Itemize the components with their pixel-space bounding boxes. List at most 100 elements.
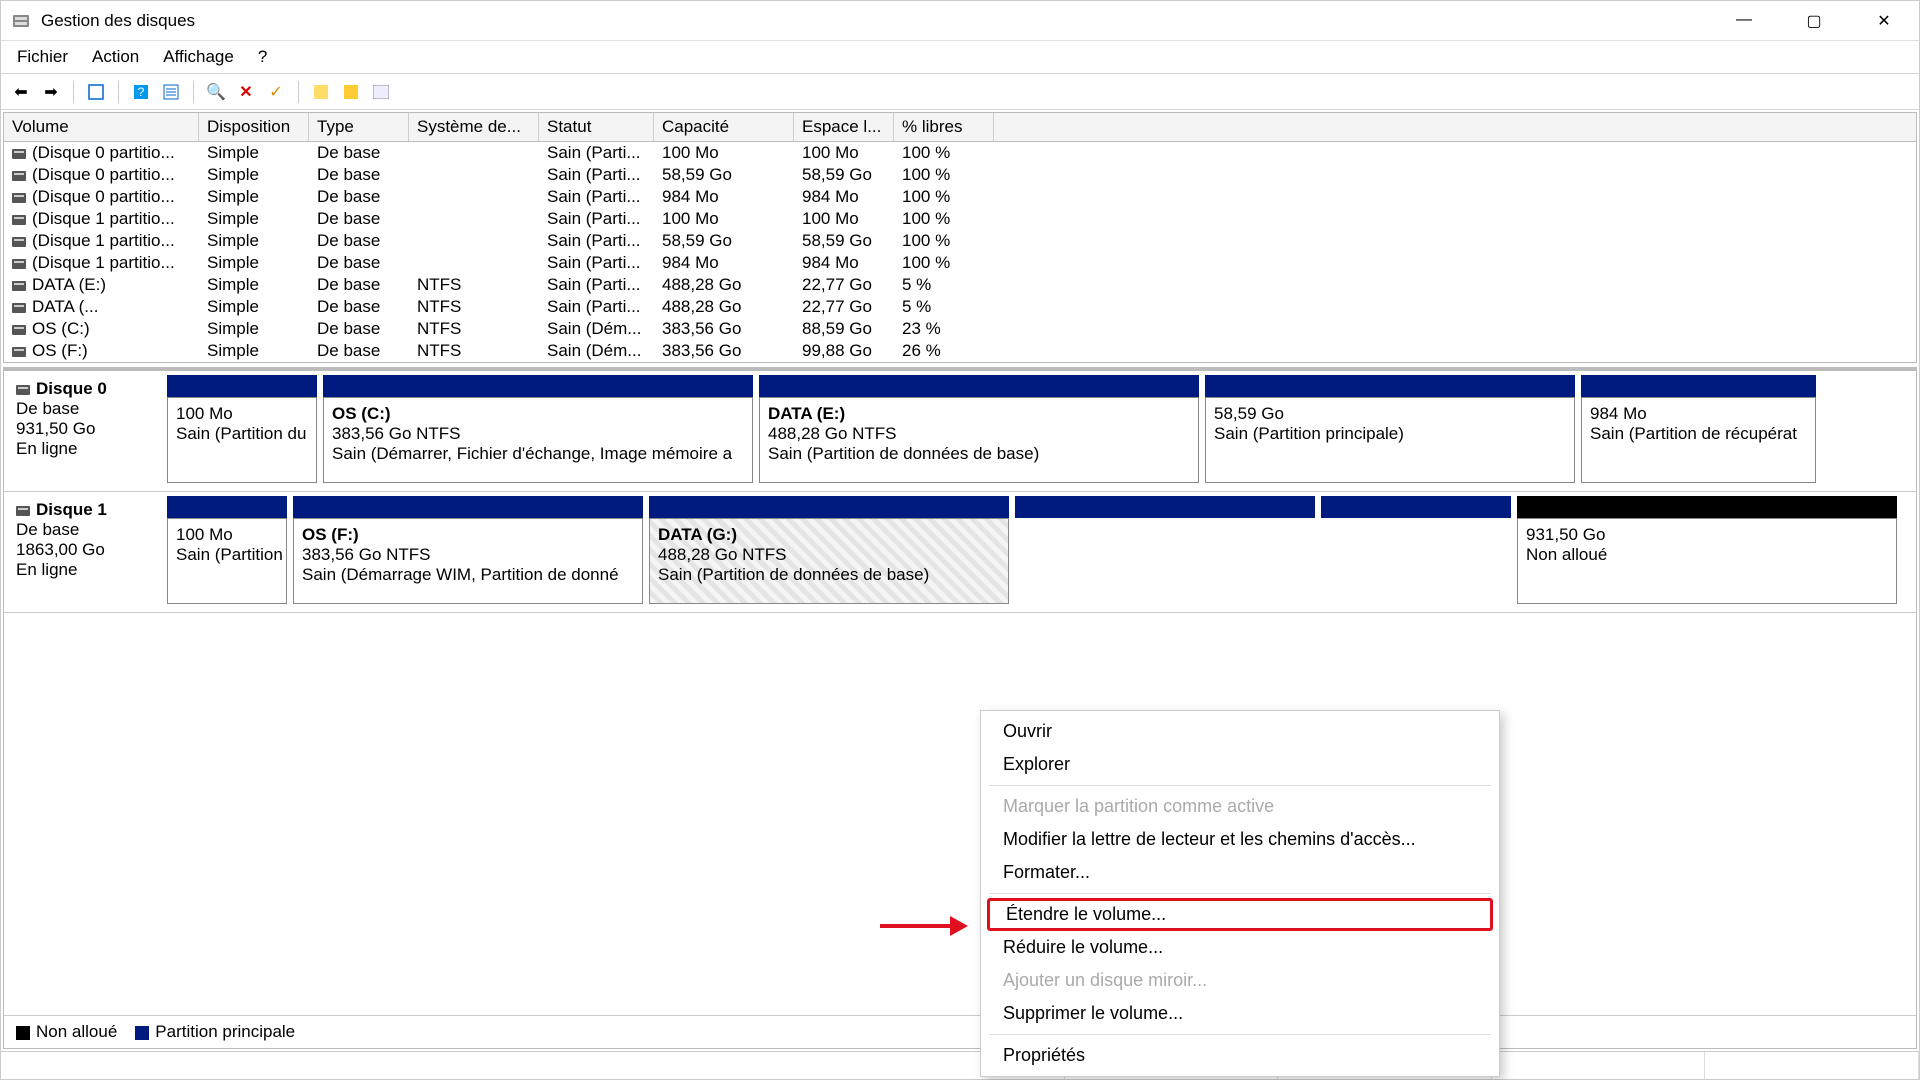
ctx-extend-volume-highlighted[interactable]: Étendre le volume...: [987, 898, 1493, 931]
disk-size: 931,50 Go: [16, 419, 163, 439]
table-row[interactable]: (Disque 0 partitio...SimpleDe baseSain (…: [4, 142, 1916, 164]
action1-icon[interactable]: [309, 80, 333, 104]
disk-partitions: 100 MoSain (PartitionOS (F:)383,56 Go NT…: [167, 496, 1908, 604]
delete-icon[interactable]: ✕: [234, 80, 258, 104]
table-body: (Disque 0 partitio...SimpleDe baseSain (…: [4, 142, 1916, 362]
disk-type: De base: [16, 520, 163, 540]
disk-state: En ligne: [16, 560, 163, 580]
minimize-button[interactable]: —: [1729, 11, 1759, 31]
table-row[interactable]: (Disque 1 partitio...SimpleDe baseSain (…: [4, 252, 1916, 274]
legend-primary: Partition principale: [135, 1022, 295, 1042]
check-icon[interactable]: ✓: [264, 80, 288, 104]
separator: [118, 81, 119, 103]
table-row[interactable]: OS (F:)SimpleDe baseNTFSSain (Dém...383,…: [4, 340, 1916, 362]
col-pctfree[interactable]: % libres: [894, 113, 994, 141]
disk-state: En ligne: [16, 439, 163, 459]
disk-row-0: Disque 0 De base 931,50 Go En ligne 100 …: [4, 371, 1916, 492]
legend: Non alloué Partition principale: [4, 1015, 1916, 1048]
disk-icon: [16, 385, 30, 395]
ctx-shrink[interactable]: Réduire le volume...: [981, 931, 1499, 964]
ctx-sep: [989, 1034, 1491, 1035]
ctx-mark-active: Marquer la partition comme active: [981, 790, 1499, 823]
status-bar: [1, 1051, 1919, 1079]
col-filesystem[interactable]: Système de...: [409, 113, 539, 141]
partition[interactable]: DATA (G:)488,28 Go NTFSSain (Partition d…: [649, 496, 1009, 604]
disk-name: Disque 0: [36, 379, 107, 398]
help-icon[interactable]: ?: [129, 80, 153, 104]
table-row[interactable]: (Disque 0 partitio...SimpleDe baseSain (…: [4, 186, 1916, 208]
annotation-arrow: [880, 916, 968, 936]
partition[interactable]: 58,59 GoSain (Partition principale): [1205, 375, 1575, 483]
partition[interactable]: DATA (E:)488,28 Go NTFSSain (Partition d…: [759, 375, 1199, 483]
disk-name: Disque 1: [36, 500, 107, 519]
col-freespace[interactable]: Espace l...: [794, 113, 894, 141]
close-button[interactable]: ✕: [1869, 11, 1899, 31]
separator: [73, 81, 74, 103]
legend-unalloc-label: Non alloué: [36, 1022, 117, 1041]
properties-icon[interactable]: [369, 80, 393, 104]
ctx-format[interactable]: Formater...: [981, 856, 1499, 889]
app-icon: [11, 11, 31, 31]
partition[interactable]: [1321, 496, 1511, 604]
partition[interactable]: 984 MoSain (Partition de récupérat: [1581, 375, 1816, 483]
disk-info[interactable]: Disque 1 De base 1863,00 Go En ligne: [12, 496, 167, 604]
disk-type: De base: [16, 399, 163, 419]
table-row[interactable]: OS (C:)SimpleDe baseNTFSSain (Dém...383,…: [4, 318, 1916, 340]
volumes-table: Volume Disposition Type Système de... St…: [3, 112, 1917, 363]
menu-file[interactable]: Fichier: [17, 47, 68, 67]
col-disposition[interactable]: Disposition: [199, 113, 309, 141]
legend-swatch-blue: [135, 1026, 149, 1040]
ctx-extend-label: Étendre le volume...: [1006, 904, 1166, 924]
table-row[interactable]: (Disque 0 partitio...SimpleDe baseSain (…: [4, 164, 1916, 186]
separator: [298, 81, 299, 103]
partition[interactable]: [1015, 496, 1315, 604]
partition[interactable]: OS (C:)383,56 Go NTFSSain (Démarrer, Fic…: [323, 375, 753, 483]
window-controls: — ▢ ✕: [1729, 11, 1899, 31]
menubar: Fichier Action Affichage ?: [1, 41, 1919, 74]
ctx-properties[interactable]: Propriétés: [981, 1039, 1499, 1072]
forward-icon[interactable]: ➡: [39, 80, 63, 104]
view-icon[interactable]: [84, 80, 108, 104]
svg-text:?: ?: [138, 85, 145, 99]
back-icon[interactable]: ⬅: [9, 80, 33, 104]
disk-row-1: Disque 1 De base 1863,00 Go En ligne 100…: [4, 492, 1916, 613]
maximize-button[interactable]: ▢: [1799, 11, 1829, 31]
disk-icon: [16, 506, 30, 516]
separator: [193, 81, 194, 103]
partition[interactable]: 931,50 GoNon alloué: [1517, 496, 1897, 604]
legend-primary-label: Partition principale: [155, 1022, 295, 1041]
ctx-explore[interactable]: Explorer: [981, 748, 1499, 781]
context-menu: Ouvrir Explorer Marquer la partition com…: [980, 710, 1500, 1077]
list-icon[interactable]: [159, 80, 183, 104]
ctx-delete[interactable]: Supprimer le volume...: [981, 997, 1499, 1030]
col-capacity[interactable]: Capacité: [654, 113, 794, 141]
titlebar: Gestion des disques — ▢ ✕: [1, 1, 1919, 41]
table-row[interactable]: (Disque 1 partitio...SimpleDe baseSain (…: [4, 208, 1916, 230]
table-row[interactable]: (Disque 1 partitio...SimpleDe baseSain (…: [4, 230, 1916, 252]
partition[interactable]: 100 MoSain (Partition du: [167, 375, 317, 483]
menu-help[interactable]: ?: [258, 47, 267, 67]
menu-action[interactable]: Action: [92, 47, 139, 67]
partition[interactable]: 100 MoSain (Partition: [167, 496, 287, 604]
action2-icon[interactable]: [339, 80, 363, 104]
refresh-icon[interactable]: 🔍: [204, 80, 228, 104]
ctx-sep: [989, 785, 1491, 786]
table-row[interactable]: DATA (E:)SimpleDe baseNTFSSain (Parti...…: [4, 274, 1916, 296]
disk-size: 1863,00 Go: [16, 540, 163, 560]
ctx-change-letter[interactable]: Modifier la lettre de lecteur et les che…: [981, 823, 1499, 856]
ctx-open[interactable]: Ouvrir: [981, 715, 1499, 748]
disks-graphical-pane: Disque 0 De base 931,50 Go En ligne 100 …: [3, 367, 1917, 1049]
ctx-add-mirror: Ajouter un disque miroir...: [981, 964, 1499, 997]
toolbar: ⬅ ➡ ? 🔍 ✕ ✓: [1, 74, 1919, 110]
table-row[interactable]: DATA (...SimpleDe baseNTFSSain (Parti...…: [4, 296, 1916, 318]
legend-unallocated: Non alloué: [16, 1022, 117, 1042]
table-header: Volume Disposition Type Système de... St…: [4, 113, 1916, 142]
disk-info[interactable]: Disque 0 De base 931,50 Go En ligne: [12, 375, 167, 483]
col-volume[interactable]: Volume: [4, 113, 199, 141]
menu-view[interactable]: Affichage: [163, 47, 234, 67]
legend-swatch-black: [16, 1026, 30, 1040]
partition[interactable]: OS (F:)383,56 Go NTFSSain (Démarrage WIM…: [293, 496, 643, 604]
window-title: Gestion des disques: [41, 11, 1729, 31]
col-status[interactable]: Statut: [539, 113, 654, 141]
col-type[interactable]: Type: [309, 113, 409, 141]
